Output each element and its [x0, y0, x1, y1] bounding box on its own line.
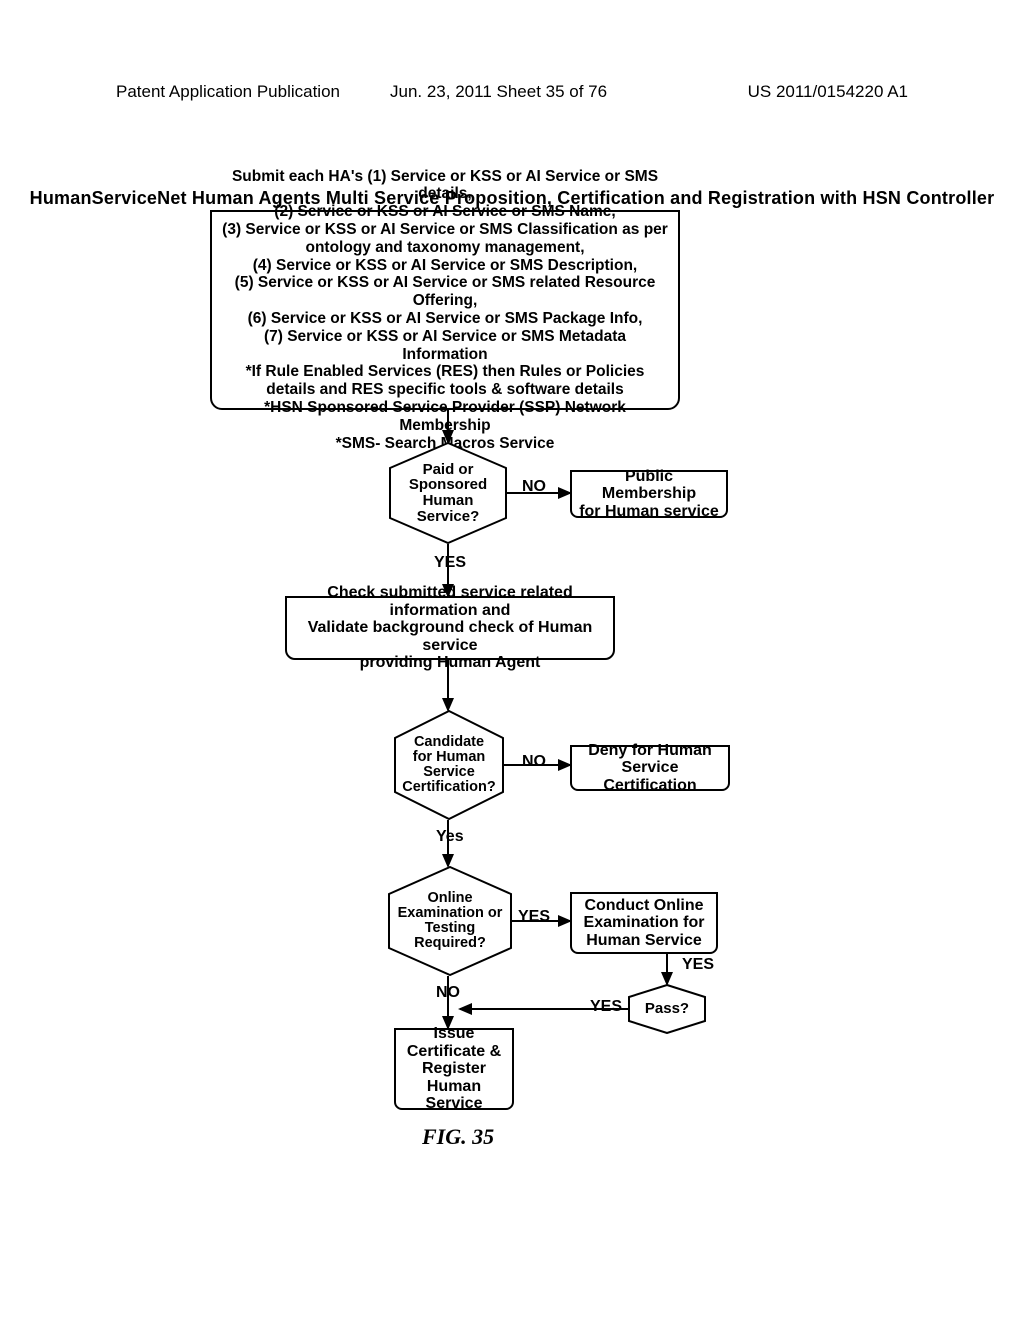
public-membership-box: Public Membership for Human service: [570, 470, 728, 518]
header-pubnum: US 2011/0154220 A1: [748, 82, 908, 102]
issue-certificate-text: Issue Certificate & Register Human Servi…: [402, 1025, 506, 1113]
decision-candidate-text: Candidate for Human Service Certificatio…: [394, 710, 504, 820]
decision-paid-sponsored: Paid or Sponsored Human Service?: [389, 442, 507, 544]
decision-pass-text: Pass?: [628, 984, 706, 1034]
label-yes: YES: [434, 554, 466, 572]
label-no: NO: [522, 753, 546, 771]
decision-exam-required: Online Examination or Testing Required?: [388, 866, 512, 976]
label-yes: YES: [590, 998, 622, 1016]
label-yes: YES: [518, 908, 550, 926]
conduct-exam-text: Conduct Online Examination for Human Ser…: [584, 897, 705, 950]
check-validate-text: Check submitted service related informat…: [293, 584, 607, 672]
patent-page: Patent Application Publication Jun. 23, …: [0, 0, 1024, 1320]
label-no: NO: [436, 984, 460, 1002]
deny-certification-box: Deny for Human Service Certification: [570, 745, 730, 791]
issue-certificate-box: Issue Certificate & Register Human Servi…: [394, 1028, 514, 1110]
public-membership-text: Public Membership for Human service: [578, 468, 720, 521]
label-no: NO: [522, 478, 546, 496]
label-yes: YES: [682, 956, 714, 974]
decision-candidate: Candidate for Human Service Certificatio…: [394, 710, 504, 820]
header-sheet: Jun. 23, 2011 Sheet 35 of 76: [390, 82, 607, 102]
header-publication: Patent Application Publication: [116, 82, 340, 102]
submit-details-text: Submit each HA's (1) Service or KSS or A…: [222, 168, 668, 453]
decision-exam-text: Online Examination or Testing Required?: [388, 866, 512, 976]
label-yes: Yes: [436, 828, 464, 846]
deny-certification-text: Deny for Human Service Certification: [578, 742, 722, 795]
check-validate-box: Check submitted service related informat…: [285, 596, 615, 660]
figure-text: FIG. 35: [422, 1124, 494, 1149]
conduct-exam-box: Conduct Online Examination for Human Ser…: [570, 892, 718, 954]
decision-pass: Pass?: [628, 984, 706, 1034]
figure-label: FIG. 35: [422, 1124, 494, 1150]
submit-details-box: Submit each HA's (1) Service or KSS or A…: [210, 210, 680, 410]
decision-paid-text: Paid or Sponsored Human Service?: [389, 442, 507, 544]
